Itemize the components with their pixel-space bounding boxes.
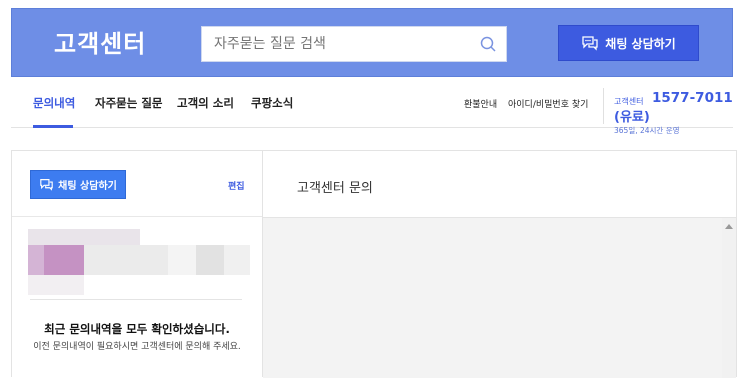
tab-coupang-news[interactable]: 쿠팡소식 [251, 95, 293, 111]
phone-hours: 365일, 24시간 운영 [614, 126, 680, 135]
blurred-block [168, 245, 196, 275]
chat-consult-button-label: 채팅 상담하기 [605, 36, 676, 51]
edit-link[interactable]: 편집 [228, 179, 245, 192]
inquiry-list-panel: 채팅 상담하기 편집 최근 문의내역을 모두 확인하셨습니다. 이전 문의내역이… [11, 150, 263, 377]
page-title: 고객센터 [54, 30, 147, 58]
chat-consult-button-small-label: 채팅 상담하기 [58, 181, 117, 192]
search-input[interactable] [202, 27, 472, 61]
inquiry-detail-header: 고객센터 문의 [263, 151, 736, 218]
blurred-block [224, 245, 250, 275]
tab-faq[interactable]: 자주묻는 질문 [95, 95, 162, 111]
tab-customer-voice[interactable]: 고객의 소리 [177, 95, 234, 111]
scroll-up-arrow-icon[interactable] [725, 224, 733, 229]
list-divider [30, 299, 242, 300]
chat-consult-button[interactable]: 채팅 상담하기 [558, 25, 699, 61]
header-banner: 고객센터 채팅 상담하기 [11, 8, 733, 77]
inquiry-detail-panel: 고객센터 문의 [263, 150, 737, 378]
tab-inquiry-history[interactable]: 문의내역 [33, 95, 75, 111]
chat-consult-button-small[interactable]: 채팅 상담하기 [30, 170, 126, 199]
empty-state-title: 최근 문의내역을 모두 확인하셨습니다. [44, 322, 230, 336]
blurred-block [28, 275, 84, 295]
phone-info: 고객센터 1577-7011 (유료) 365일, 24시간 운영 [603, 88, 733, 135]
blurred-block [84, 245, 168, 275]
refund-info-link[interactable]: 환불안내 [464, 97, 497, 110]
search-box[interactable] [201, 26, 507, 62]
phone-number: 1577-7011 [652, 90, 733, 106]
main-nav: 문의내역 자주묻는 질문 고객의 소리 쿠팡소식 환불안내 아이디/비밀번호 찾… [11, 78, 733, 135]
inquiry-detail-body [263, 218, 722, 378]
find-id-password-link[interactable]: 아이디/비밀번호 찾기 [508, 97, 588, 110]
active-tab-indicator [33, 125, 73, 128]
blurred-block [28, 245, 44, 275]
inquiry-detail-title: 고객센터 문의 [297, 181, 373, 196]
blurred-block [196, 245, 224, 275]
scrollbar[interactable] [722, 218, 736, 378]
empty-state-description: 이전 문의내역이 필요하시면 고객센터에 문의해 주세요. [33, 342, 241, 352]
phone-paid-note: (유료) [614, 110, 650, 125]
chat-icon [582, 36, 598, 51]
search-icon[interactable] [480, 36, 496, 52]
inquiry-list-header: 채팅 상담하기 편집 [12, 151, 262, 217]
chat-icon [40, 179, 53, 191]
blurred-block [28, 229, 140, 245]
